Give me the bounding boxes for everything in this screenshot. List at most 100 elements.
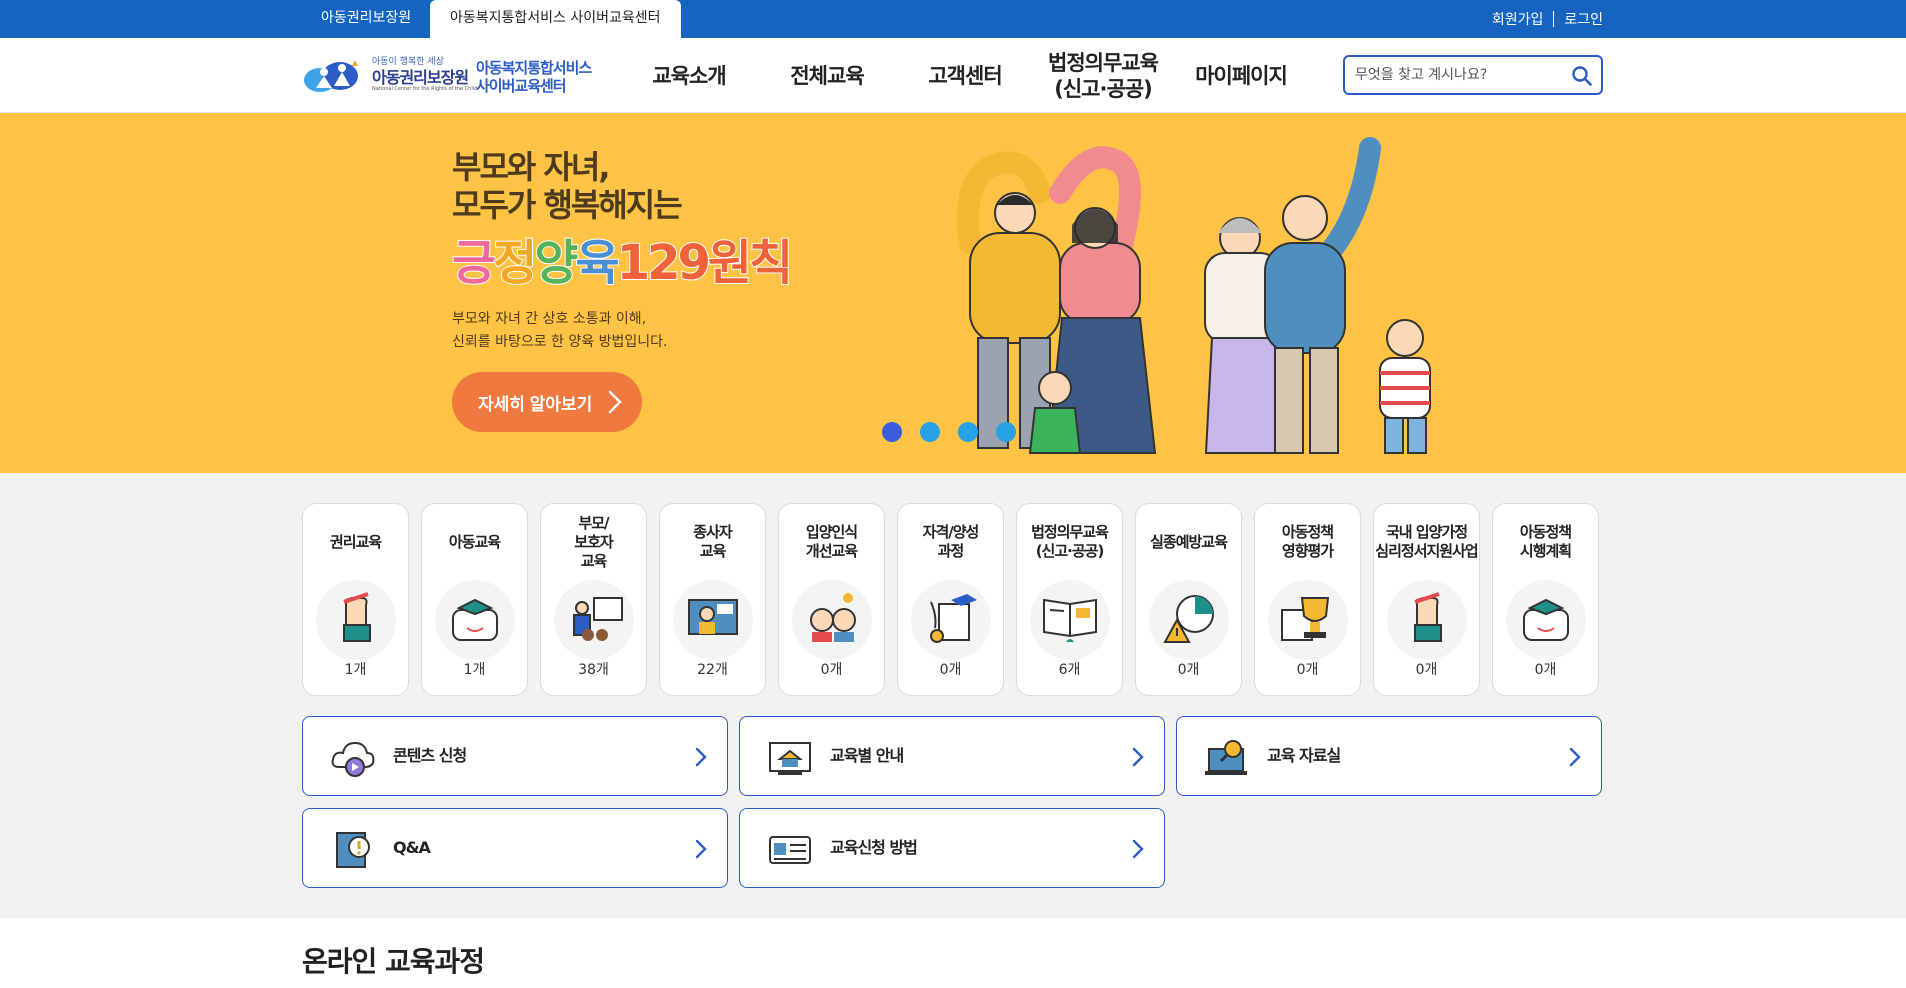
chevron-right-icon (608, 390, 622, 414)
graduate-speech-icon (435, 580, 515, 660)
category-count: 6개 (1058, 662, 1081, 678)
quick-link-label: 교육신청 방법 (830, 838, 918, 857)
raised-hand-icon (316, 580, 396, 660)
nav-customer-center[interactable]: 고객센터 (896, 38, 1034, 113)
top-bar: 아동권리보장원 아동복지통합서비스 사이버교육센터 회원가입 로그인 (0, 0, 1906, 38)
highlight-part: 긍 (451, 234, 497, 292)
highlight-part: 양 (533, 234, 579, 292)
signup-link[interactable]: 회원가입 (1492, 9, 1544, 29)
category-policy-impact[interactable]: 아동정책 영향평가 0개 (1254, 503, 1361, 696)
quick-link-qna[interactable]: Q&A (302, 808, 728, 888)
divider (1553, 11, 1555, 27)
category-title: 자격/양성 과정 (922, 523, 980, 560)
search-box (1343, 55, 1603, 95)
category-count: 0개 (820, 662, 843, 678)
open-book-icon (1030, 580, 1110, 660)
slide-dot[interactable] (958, 422, 978, 442)
warning-chart-icon (1149, 580, 1229, 660)
raised-hand-icon (1387, 580, 1467, 660)
category-count: 0개 (1296, 662, 1319, 678)
quick-link-education-guide[interactable]: 교육별 안내 (739, 716, 1165, 796)
utility-links: 회원가입 로그인 (1492, 0, 1603, 38)
chevron-right-icon (695, 747, 707, 767)
category-title: 실종예방교육 (1150, 532, 1228, 551)
highlight-part: 129원칙 (616, 234, 795, 292)
category-count: 0개 (1177, 662, 1200, 678)
category-title: 아동교육 (448, 532, 501, 551)
nav-mandatory-education[interactable]: 법정의무교육 (신고·공공) (1034, 38, 1172, 113)
quick-link-label: 콘텐츠 신청 (393, 746, 467, 765)
section-title-online-courses: 온라인 교육과정 (302, 945, 485, 978)
certificate-icon (911, 580, 991, 660)
hero-banner: 부모와 자녀, 모두가 행복해지는 긍정양육129원칙 부모와 자녀 간 상호 … (0, 113, 1906, 473)
main-nav: 교육소개 전체교육 고객센터 법정의무교육 (신고·공공) 마이페이지 (620, 38, 1310, 113)
logo-org-english: National Center for the Rights of the Ch… (372, 86, 478, 92)
quick-link-label: 교육 자료실 (1267, 746, 1341, 765)
tab-cyber-education-center[interactable]: 아동복지통합서비스 사이버교육센터 (430, 0, 681, 38)
quick-link-label: 교육별 안내 (830, 746, 904, 765)
search-icon[interactable] (1571, 65, 1593, 87)
category-worker-education[interactable]: 종사자 교육 22개 (659, 503, 766, 696)
category-list: 권리교육 1개 아동교육 1개 부모/ 보호자 교육 38개 종사자 교육 22… (302, 503, 1599, 696)
category-child-education[interactable]: 아동교육 1개 (421, 503, 528, 696)
category-mandatory-education[interactable]: 법정의무교육 (신고·공공) 6개 (1016, 503, 1123, 696)
quick-link-application-method[interactable]: 교육신청 방법 (739, 808, 1165, 888)
quick-link-resource-room[interactable]: 교육 자료실 (1176, 716, 1602, 796)
header: 아동이 행복한 세상 아동권리보장원 National Center for t… (0, 38, 1906, 113)
page: 아동권리보장원 아동복지통합서비스 사이버교육센터 회원가입 로그인 아동이 행… (0, 0, 1906, 988)
highlight-part: 정 (492, 234, 538, 292)
learn-more-label: 자세히 알아보기 (478, 394, 593, 414)
book-alert-icon (336, 832, 370, 868)
category-adoption-awareness[interactable]: 입양인식 개선교육 0개 (778, 503, 885, 696)
category-section: 권리교육 1개 아동교육 1개 부모/ 보호자 교육 38개 종사자 교육 22… (0, 473, 1906, 918)
chevron-right-icon (1132, 839, 1144, 859)
category-count: 38개 (578, 662, 609, 678)
slide-dot[interactable] (996, 422, 1016, 442)
nav-mypage[interactable]: 마이페이지 (1172, 38, 1310, 113)
category-title: 부모/ 보호자 교육 (574, 513, 613, 570)
nav-all-education[interactable]: 전체교육 (758, 38, 896, 113)
category-policy-plan[interactable]: 아동정책 시행계획 0개 (1492, 503, 1599, 696)
banner-description: 부모와 자녀 간 상호 소통과 이해, 신뢰를 바탕으로 한 양육 방법입니다. (452, 311, 668, 350)
slide-dot[interactable] (882, 422, 902, 442)
children-icon (792, 580, 872, 660)
banner-headline: 부모와 자녀, 모두가 행복해지는 (452, 148, 683, 224)
family-presentation-icon (554, 580, 634, 660)
category-title: 권리교육 (329, 532, 382, 551)
cloud-play-icon (331, 741, 375, 777)
category-count: 1개 (344, 662, 367, 678)
quick-link-label: Q&A (393, 838, 431, 857)
trophy-icon (1268, 580, 1348, 660)
category-count: 0개 (1415, 662, 1438, 678)
category-count: 1개 (463, 662, 486, 678)
site-logo[interactable]: 아동이 행복한 세상 아동권리보장원 National Center for t… (302, 54, 602, 98)
online-teacher-icon (673, 580, 753, 660)
graduate-speech-icon (1506, 580, 1586, 660)
slide-indicators (882, 422, 1016, 442)
login-link[interactable]: 로그인 (1564, 9, 1603, 29)
family-illustration (957, 137, 1431, 454)
highlight-part: 육 (575, 234, 621, 292)
id-card-icon (769, 836, 811, 864)
chevron-right-icon (695, 839, 707, 859)
search-input[interactable] (1355, 65, 1555, 85)
chevron-right-icon (1132, 747, 1144, 767)
logo-org-name: 아동권리보장원 (372, 68, 469, 87)
category-rights-education[interactable]: 권리교육 1개 (302, 503, 409, 696)
logo-service-name: 아동복지통합서비스 사이버교육센터 (476, 59, 592, 95)
learn-more-button[interactable]: 자세히 알아보기 (452, 372, 642, 432)
tab-child-rights-center[interactable]: 아동권리보장원 (307, 0, 425, 38)
category-parent-education[interactable]: 부모/ 보호자 교육 38개 (540, 503, 647, 696)
category-missing-prevention[interactable]: 실종예방교육 0개 (1135, 503, 1242, 696)
category-count: 0개 (1534, 662, 1557, 678)
monitor-school-icon (769, 742, 811, 775)
category-count: 22개 (697, 662, 728, 678)
category-count: 0개 (939, 662, 962, 678)
logo-emblem-icon (304, 60, 358, 92)
nav-education-intro[interactable]: 교육소개 (620, 38, 758, 113)
category-qualification-course[interactable]: 자격/양성 과정 0개 (897, 503, 1004, 696)
category-adoptive-family-support[interactable]: 국내 입양가정 심리정서지원사업 0개 (1373, 503, 1480, 696)
quick-link-content-request[interactable]: 콘텐츠 신청 (302, 716, 728, 796)
category-title: 아동정책 영향평가 (1281, 523, 1334, 560)
slide-dot[interactable] (920, 422, 940, 442)
